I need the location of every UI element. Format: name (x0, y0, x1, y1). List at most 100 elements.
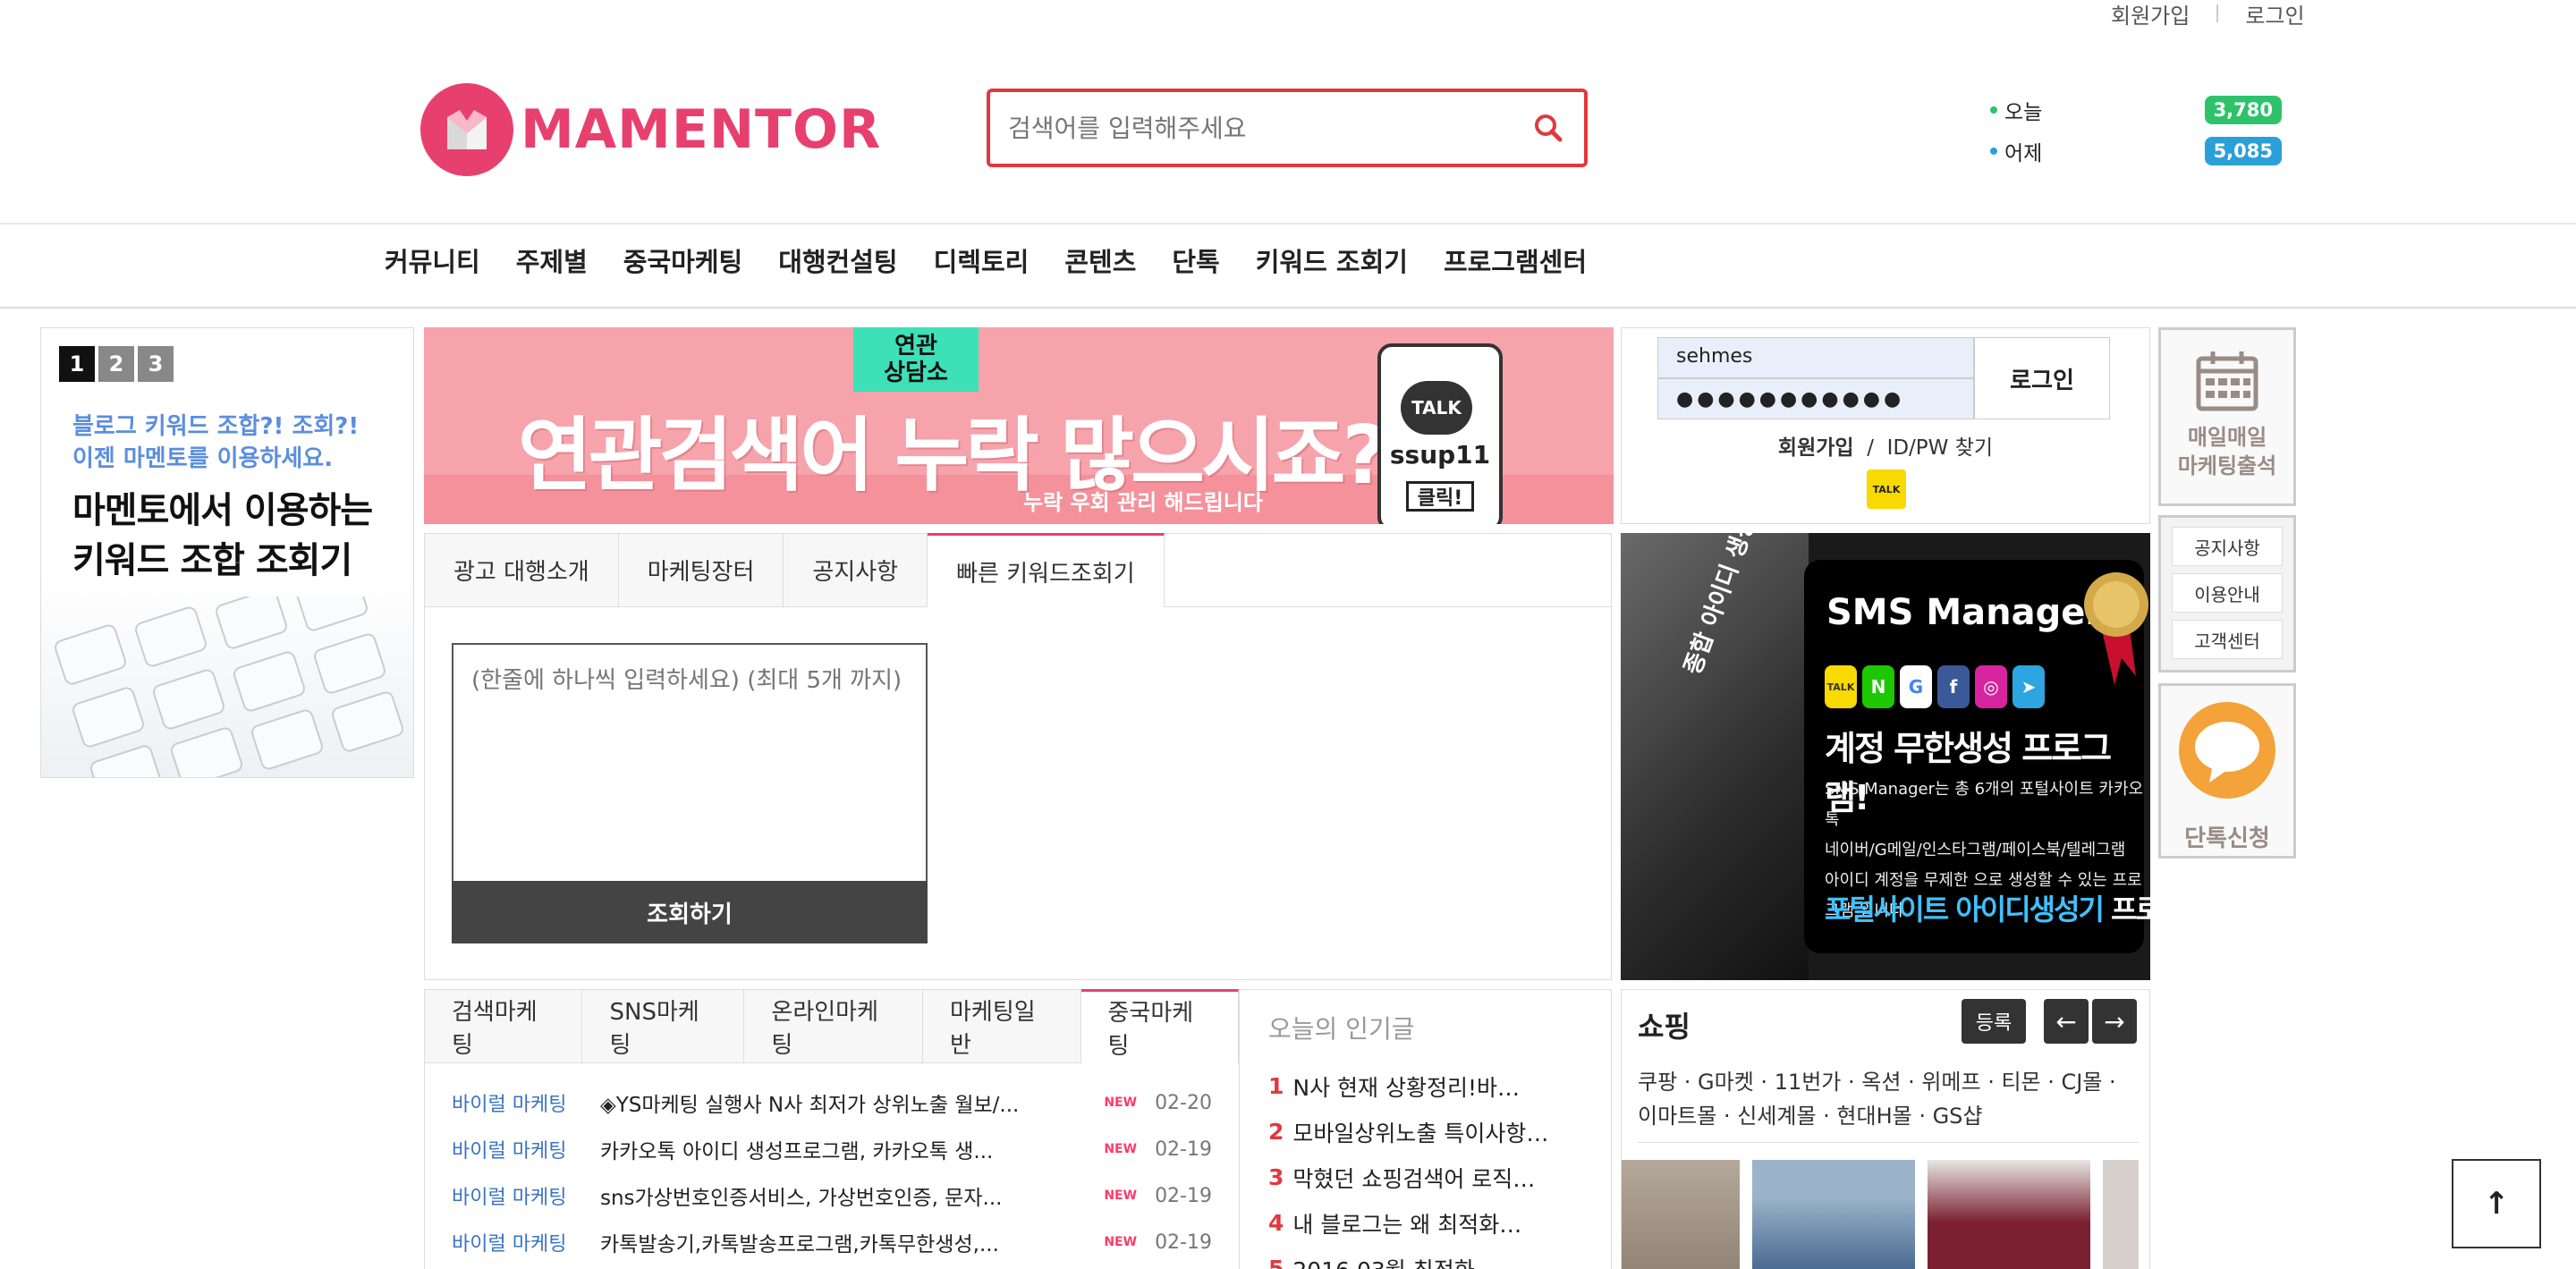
nav-item-contents[interactable]: 콘텐츠 (1064, 241, 1136, 279)
arrow-left-icon[interactable]: ← (2044, 999, 2089, 1044)
ad-footer-text: 프로그램! (2111, 893, 2150, 926)
search-input[interactable] (990, 113, 1513, 143)
search-button[interactable] (1513, 92, 1584, 164)
popular-post-title[interactable]: 막혔던 쇼핑검색어 로직… (1292, 1162, 1535, 1194)
tab-ad-agency[interactable]: 광고 대행소개 (425, 534, 619, 606)
nav-item-group-chat[interactable]: 단톡 (1172, 241, 1219, 279)
product-image[interactable] (1928, 1160, 2090, 1269)
sms-manager-ad[interactable]: 종합 아이디 생성기 SMS Manager TALK N G f ◎ ➤ 계정… (1621, 533, 2150, 980)
attendance-label-line: 매일매일 (2187, 425, 2267, 450)
nav-item-community[interactable]: 커뮤니티 (385, 241, 480, 279)
username-field[interactable]: sehmes (1657, 337, 1974, 378)
nav-item-china-marketing[interactable]: 중국마케팅 (623, 241, 742, 279)
popular-post-title[interactable]: N사 현재 상황정리!바… (1292, 1070, 1520, 1103)
arrow-right-icon[interactable]: → (2092, 999, 2137, 1044)
list-item[interactable]: 바이럴 마케팅 카톡발송기,카톡발송프로그램,카톡무한생성,... NEW 02… (452, 1219, 1212, 1265)
tab-quick-keyword[interactable]: 빠른 키워드조회기 (928, 533, 1165, 607)
link-separator: / (1867, 436, 1874, 460)
tab-china-marketing[interactable]: 중국마케팅 (1080, 989, 1239, 1063)
nav-item-consulting[interactable]: 대행컨설팅 (778, 241, 897, 279)
tab-marketplace[interactable]: 마케팅장터 (618, 534, 784, 606)
post-category[interactable]: 바이럴 마케팅 (452, 1228, 600, 1256)
tab-notice[interactable]: 공지사항 (784, 534, 928, 606)
post-category[interactable]: 바이럴 마케팅 (452, 1088, 600, 1117)
banner-title-line: 마멘토에서 이용하는 (72, 490, 373, 531)
banner-pager: 1 2 3 (59, 346, 177, 382)
post-date: 02-20 (1155, 1091, 1212, 1114)
banner-title-line: 키워드 조합 조회기 (72, 540, 352, 581)
pager-1[interactable]: 1 (59, 346, 95, 382)
ad-title: SMS Manager (1826, 592, 2104, 633)
shop-links-line[interactable]: 쿠팡 · G마켓 · 11번가 · 옥션 · 위메프 · 티몬 · CJ몰 · (1638, 1065, 2139, 1099)
list-item[interactable]: 바이럴 마케팅 카카오톡 아이디 생성프로그램, 카카오톡 생... NEW 0… (452, 1126, 1212, 1172)
platform-icons: TALK N G f ◎ ➤ (1825, 665, 2050, 708)
tab-marketing-general[interactable]: 마케팅일반 (923, 990, 1081, 1062)
chat-bubble-icon (2179, 702, 2275, 799)
list-item[interactable]: 4 내 블로그는 왜 최적화… (1268, 1200, 1582, 1246)
list-item[interactable]: 3 막혔던 쇼핑검색어 로직… (1268, 1155, 1582, 1200)
banner-tag-line: 연관 (894, 333, 937, 360)
find-account-link[interactable]: ID/PW 찾기 (1887, 436, 1994, 460)
list-item[interactable]: 1 N사 현재 상황정리!바… (1268, 1063, 1582, 1109)
ad-description-line: 네이버/G메일/인스타그램/페이스북/텔레그램 (1825, 841, 2126, 859)
shop-links-line[interactable]: 이마트몰 · 신세계몰 · 현대H몰 · GS샵 (1638, 1099, 2139, 1133)
facebook-icon: f (1937, 665, 1970, 708)
signup-link[interactable]: 회원가입 (2111, 0, 2190, 30)
tab-online-marketing[interactable]: 온라인마케팅 (744, 990, 924, 1062)
list-item[interactable]: 2 모바일상위노출 특이사항… (1268, 1109, 1582, 1155)
click-label: 클릭! (1406, 481, 1474, 512)
nav-item-directory[interactable]: 디렉토리 (934, 241, 1030, 279)
main-banner[interactable]: 연관 상담소 연관검색어 누락 많으시죠? 누락 우회 관리 해드립니다 TAL… (424, 327, 1614, 524)
list-item[interactable]: 바이럴 마케팅 sns가상번호인증서비스, 가상번호인증, 문자... NEW … (452, 1172, 1212, 1219)
post-title[interactable]: 카카오톡 아이디 생성프로그램, 카카오톡 생... (600, 1134, 1100, 1164)
banner-subtitle: 블로그 키워드 조합?! 조회?! 이젠 마멘토를 이용하세요. (72, 410, 359, 475)
divider (0, 223, 2576, 224)
popular-post-title[interactable]: 내 블로그는 왜 최적화… (1292, 1207, 1521, 1239)
nav-item-program-center[interactable]: 프로그램센터 (1444, 241, 1587, 279)
signup-link[interactable]: 회원가입 (1778, 436, 1854, 460)
side-link-guide[interactable]: 이용안내 (2172, 573, 2283, 613)
scroll-to-top-button[interactable]: ↑ (2452, 1159, 2541, 1248)
site-logo[interactable]: MAMENTOR (420, 83, 881, 176)
lookup-button[interactable]: 조회하기 (452, 881, 928, 943)
keyword-textarea[interactable] (452, 643, 928, 884)
list-item[interactable]: 바이럴 마케팅 ◈YS마케팅 실행사 N사 최저가 상위노출 월보/... NE… (452, 1079, 1212, 1126)
popular-post-title[interactable]: 모바일상위노출 특이사항… (1292, 1116, 1548, 1148)
kakao-talk-icon[interactable]: TALK (1867, 470, 1906, 509)
visitor-stats: 오늘 3,780 어제 5,085 (1990, 89, 2282, 172)
shop-links: 쿠팡 · G마켓 · 11번가 · 옥션 · 위메프 · 티몬 · CJ몰 · … (1638, 1065, 2139, 1133)
tab-sns-marketing[interactable]: SNS마케팅 (582, 990, 745, 1062)
banner-tag: 연관 상담소 (853, 327, 979, 392)
tab-search-marketing[interactable]: 검색마케팅 (425, 990, 583, 1062)
attendance-widget[interactable]: 매일매일 마케팅출석 (2158, 327, 2296, 506)
register-button[interactable]: 등록 (1962, 999, 2026, 1044)
post-category[interactable]: 바이럴 마케팅 (452, 1181, 600, 1210)
product-thumbnails (1622, 1160, 2151, 1269)
post-category[interactable]: 바이럴 마케팅 (452, 1135, 600, 1163)
login-link[interactable]: 로그인 (2245, 0, 2304, 30)
login-box: sehmes ●●●●●●●●●●● 로그인 회원가입 / ID/PW 찾기 T… (1621, 327, 2150, 524)
banner-title: 마멘토에서 이용하는 키워드 조합 조회기 (72, 486, 373, 586)
shopping-panel: 쇼핑 등록 ← → 쿠팡 · G마켓 · 11번가 · 옥션 · 위메프 · 티… (1621, 989, 2150, 1269)
list-item[interactable]: 5 2016.03월 최적화… (1268, 1246, 1582, 1269)
password-field[interactable]: ●●●●●●●●●●● (1657, 378, 1974, 419)
post-title[interactable]: ◈YS마케팅 실행사 N사 최저가 상위노출 월보/... (600, 1087, 1100, 1118)
post-title[interactable]: 카톡발송기,카톡발송프로그램,카톡무한생성,... (600, 1227, 1100, 1257)
side-link-notice[interactable]: 공지사항 (2172, 527, 2283, 566)
nav-item-keyword-tool[interactable]: 키워드 조회기 (1256, 241, 1408, 279)
post-title[interactable]: sns가상번호인증서비스, 가상번호인증, 문자... (600, 1180, 1100, 1211)
left-banner[interactable]: 1 2 3 블로그 키워드 조합?! 조회?! 이젠 마멘토를 이용하세요. 마… (40, 327, 414, 778)
award-ribbon-icon (2084, 572, 2148, 685)
product-image[interactable] (1752, 1160, 1915, 1269)
group-chat-widget[interactable]: 단톡신청 (2158, 683, 2296, 859)
nav-item-topics[interactable]: 주제별 (516, 241, 588, 279)
product-image[interactable] (2103, 1160, 2139, 1269)
popular-post-title[interactable]: 2016.03월 최적화… (1292, 1253, 1496, 1269)
pager-3[interactable]: 3 (138, 346, 174, 382)
login-button[interactable]: 로그인 (1974, 337, 2110, 419)
pager-2[interactable]: 2 (98, 346, 134, 382)
side-links: 공지사항 이용안내 고객센터 (2158, 515, 2296, 673)
side-link-support[interactable]: 고객센터 (2172, 620, 2283, 659)
product-image[interactable] (1622, 1160, 1740, 1269)
talk-bubble-icon: TALK (1401, 381, 1472, 435)
